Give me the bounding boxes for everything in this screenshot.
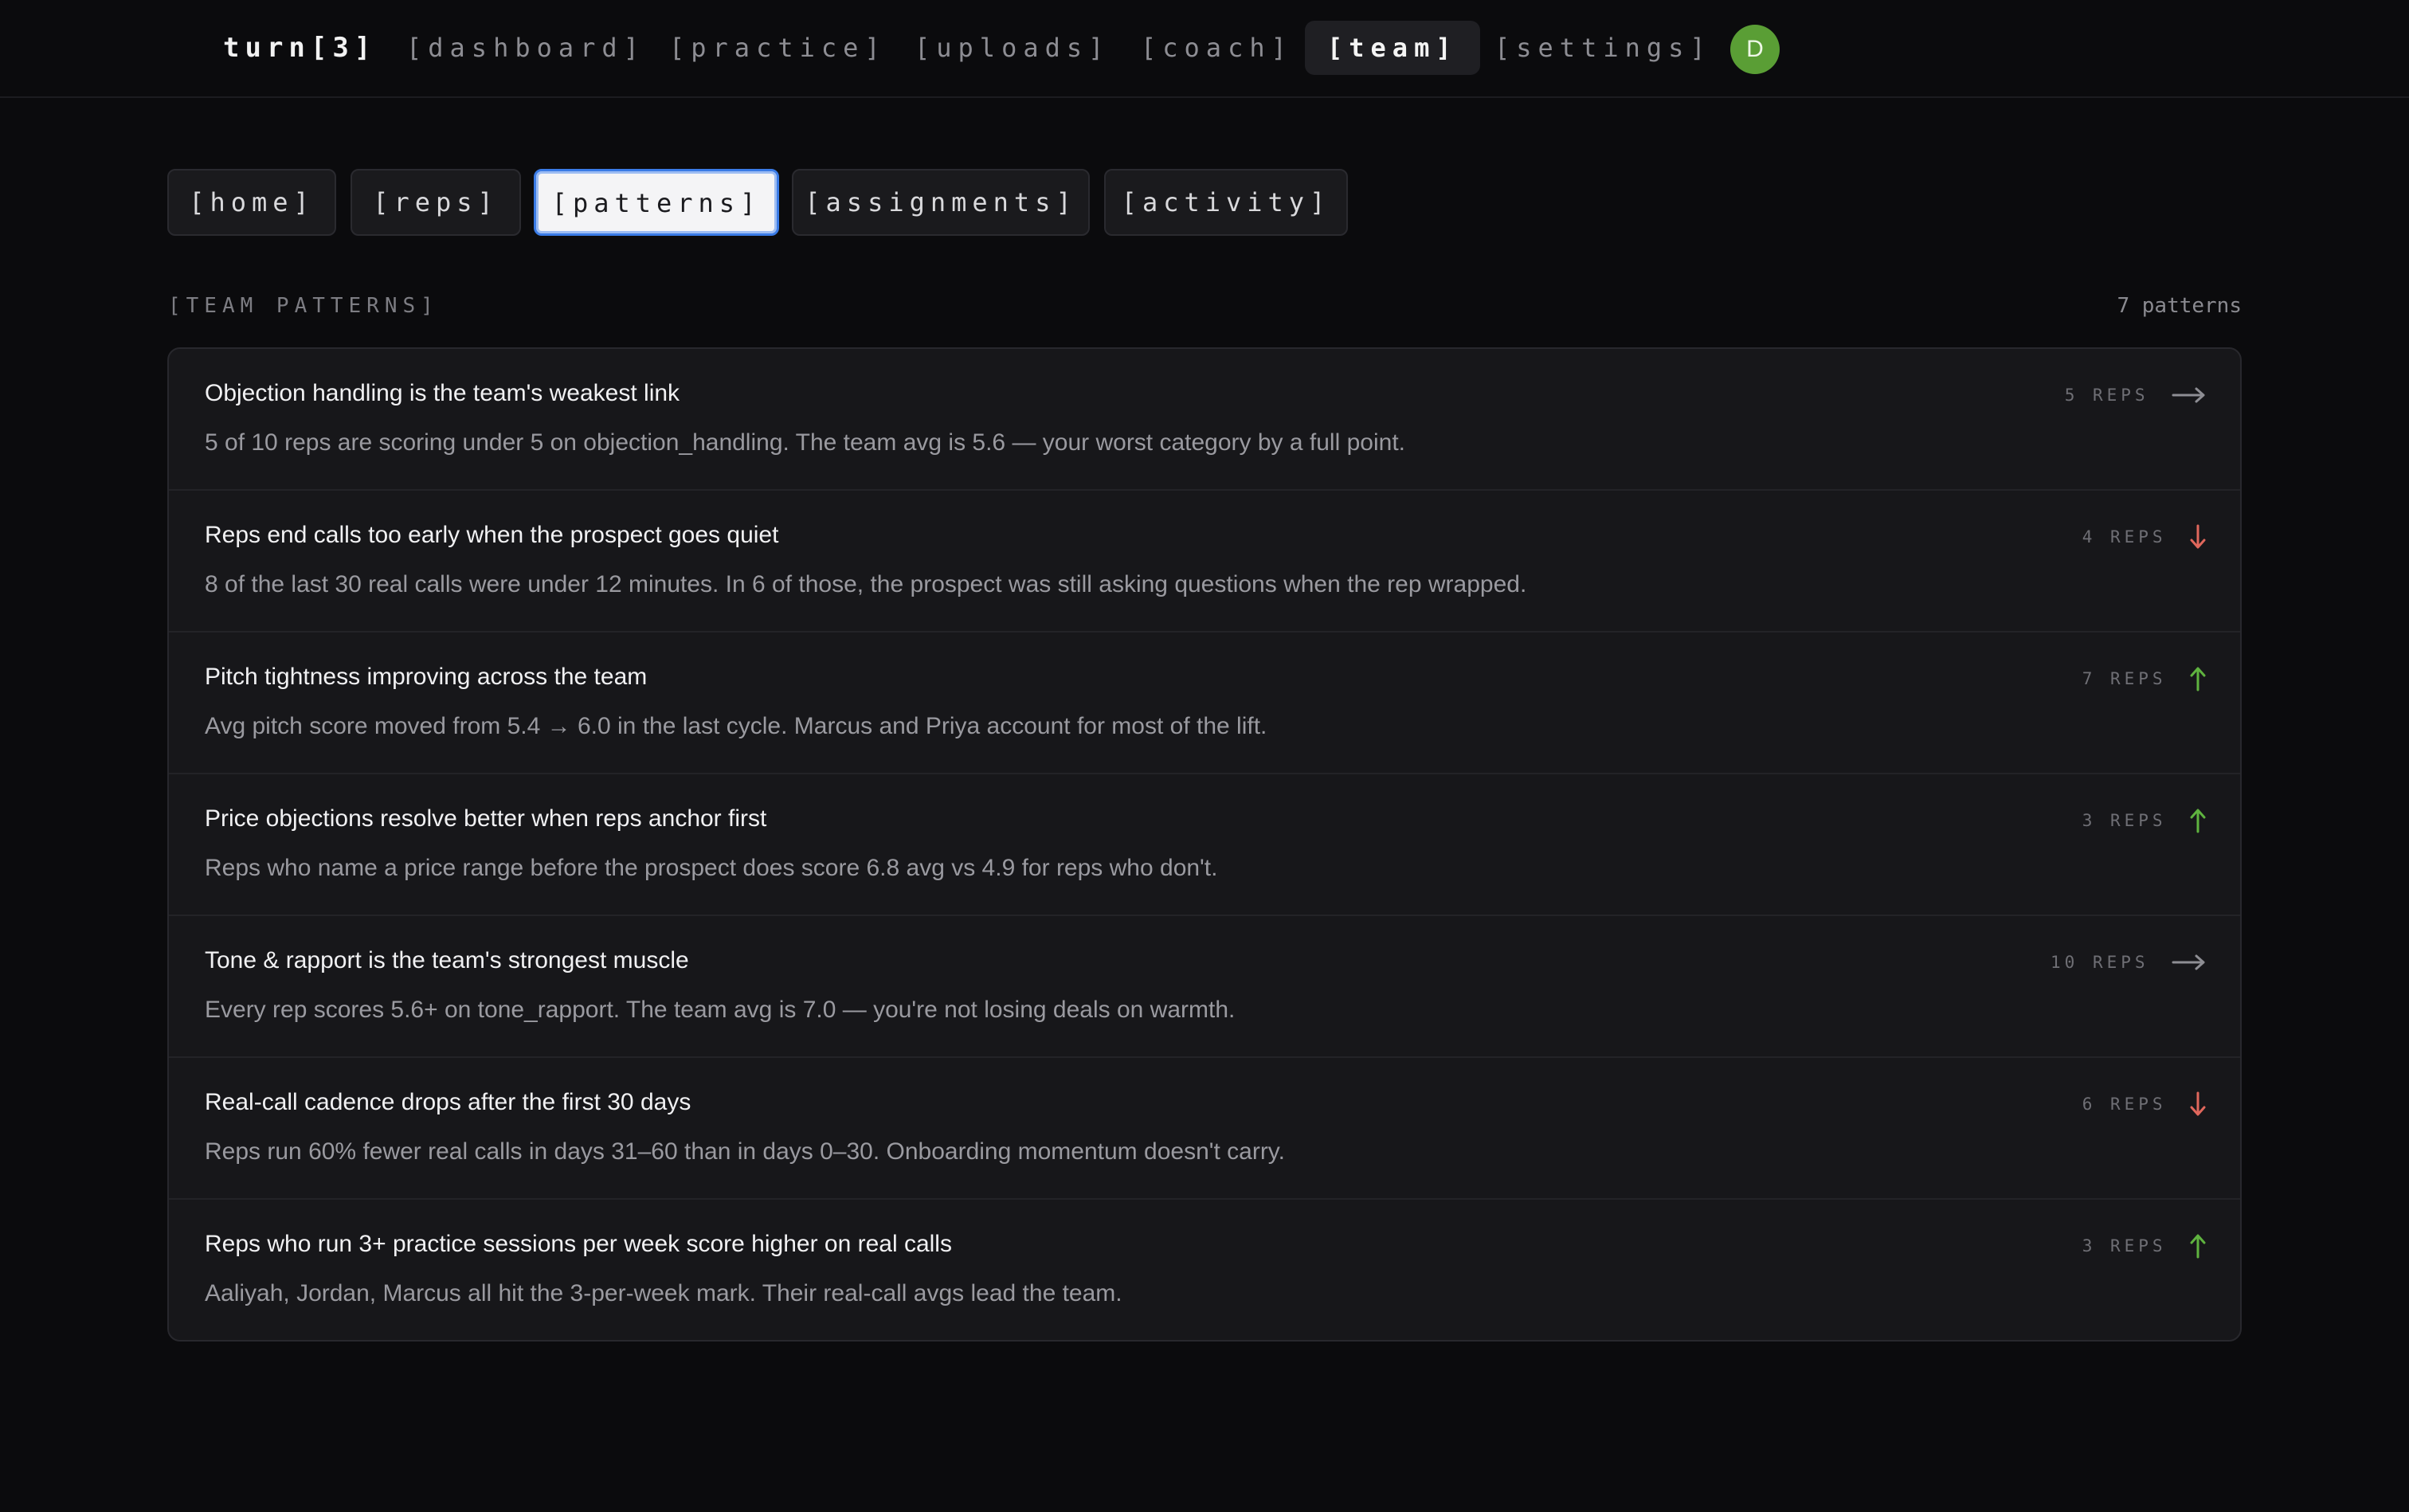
pattern-count: 7 patterns bbox=[2117, 294, 2242, 318]
pattern-description: Reps who name a price range before the p… bbox=[205, 855, 1218, 881]
subtab-assignments[interactable]: [assignments] bbox=[792, 169, 1090, 236]
nav-dashboard[interactable]: [dashboard] bbox=[384, 21, 668, 75]
pattern-meta: 3 REPS bbox=[2082, 1232, 2207, 1260]
section-title: [TEAM PATTERNS] bbox=[168, 294, 439, 318]
pattern-row[interactable]: Price objections resolve better when rep… bbox=[169, 774, 2240, 916]
subtab-patterns[interactable]: [patterns] bbox=[534, 169, 779, 236]
nav-practice[interactable]: [practice] bbox=[647, 21, 909, 75]
arrow-down-icon bbox=[2189, 523, 2207, 551]
brand-logo[interactable]: turn[3] bbox=[223, 30, 376, 65]
pattern-row[interactable]: Reps who run 3+ practice sessions per we… bbox=[169, 1200, 2240, 1340]
pattern-row[interactable]: Real-call cadence drops after the first … bbox=[169, 1058, 2240, 1200]
nav-uploads[interactable]: [uploads] bbox=[892, 21, 1132, 75]
reps-count: 10 REPS bbox=[2051, 953, 2149, 972]
pattern-meta: 4 REPS bbox=[2082, 523, 2207, 551]
pattern-row[interactable]: Pitch tightness improving across the tea… bbox=[169, 633, 2240, 774]
pattern-title: Pitch tightness improving across the tea… bbox=[205, 664, 648, 690]
pattern-meta: 7 REPS bbox=[2082, 664, 2207, 693]
nav-team[interactable]: [team] bbox=[1305, 21, 1480, 75]
pattern-row[interactable]: Tone & rapport is the team's strongest m… bbox=[169, 916, 2240, 1058]
nav-coach[interactable]: [coach] bbox=[1118, 21, 1315, 75]
pattern-meta: 3 REPS bbox=[2082, 806, 2207, 835]
pattern-description: 8 of the last 30 real calls were under 1… bbox=[205, 571, 1527, 597]
reps-count: 6 REPS bbox=[2082, 1095, 2167, 1114]
nav-settings[interactable]: [settings] bbox=[1472, 21, 1734, 75]
reps-count: 5 REPS bbox=[2064, 386, 2149, 405]
subtab-activity[interactable]: [activity] bbox=[1104, 169, 1348, 236]
pattern-meta: 5 REPS bbox=[2065, 381, 2207, 409]
pattern-title: Price objections resolve better when rep… bbox=[205, 805, 767, 832]
subtab-reps[interactable]: [reps] bbox=[351, 169, 521, 236]
pattern-row[interactable]: Reps end calls too early when the prospe… bbox=[169, 491, 2240, 633]
top-nav-bar: turn[3] [dashboard] [practice] [uploads]… bbox=[0, 0, 2409, 98]
arrow-right-icon bbox=[2172, 381, 2207, 409]
arrow-up-icon bbox=[2189, 806, 2207, 835]
pattern-title: Reps end calls too early when the prospe… bbox=[205, 522, 779, 548]
user-avatar[interactable]: D bbox=[1730, 25, 1780, 74]
arrow-up-icon bbox=[2189, 664, 2207, 693]
subtab-home[interactable]: [home] bbox=[167, 169, 336, 236]
arrow-right-icon bbox=[2172, 948, 2207, 977]
reps-count: 7 REPS bbox=[2082, 669, 2167, 688]
reps-count: 3 REPS bbox=[2082, 811, 2167, 830]
reps-count: 3 REPS bbox=[2082, 1236, 2167, 1255]
pattern-title: Tone & rapport is the team's strongest m… bbox=[205, 947, 689, 973]
pattern-description: Aaliyah, Jordan, Marcus all hit the 3-pe… bbox=[205, 1280, 1122, 1306]
pattern-meta: 10 REPS bbox=[2051, 948, 2207, 977]
arrow-up-icon bbox=[2189, 1232, 2207, 1260]
pattern-meta: 6 REPS bbox=[2082, 1090, 2207, 1118]
pattern-description: Reps run 60% fewer real calls in days 31… bbox=[205, 1138, 1285, 1165]
pattern-title: Real-call cadence drops after the first … bbox=[205, 1089, 691, 1115]
patterns-list: Objection handling is the team's weakest… bbox=[167, 347, 2242, 1342]
pattern-description: 5 of 10 reps are scoring under 5 on obje… bbox=[205, 429, 1405, 456]
reps-count: 4 REPS bbox=[2082, 527, 2167, 546]
pattern-title: Reps who run 3+ practice sessions per we… bbox=[205, 1231, 952, 1257]
pattern-description: Every rep scores 5.6+ on tone_rapport. T… bbox=[205, 997, 1236, 1023]
pattern-title: Objection handling is the team's weakest… bbox=[205, 380, 680, 406]
pattern-row[interactable]: Objection handling is the team's weakest… bbox=[169, 349, 2240, 491]
arrow-down-icon bbox=[2189, 1090, 2207, 1118]
pattern-description: Avg pitch score moved from 5.4 → 6.0 in … bbox=[205, 713, 1267, 739]
